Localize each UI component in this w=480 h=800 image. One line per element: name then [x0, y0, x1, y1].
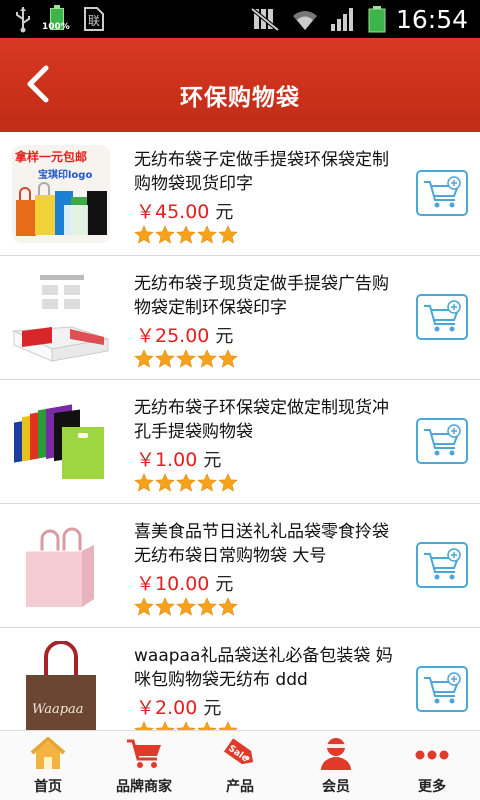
cart-add-icon — [424, 548, 461, 580]
more-dots-icon — [415, 750, 449, 760]
mute-icon — [250, 7, 280, 32]
product-price: ￥1.00 元 — [136, 449, 222, 471]
star-icon — [134, 721, 154, 730]
price-unit: 元 — [215, 202, 234, 223]
add-to-cart-button[interactable] — [416, 542, 468, 588]
nav-label: 品牌商家 — [116, 779, 172, 795]
star-icon — [218, 597, 238, 616]
app-header: 环保购物袋 — [0, 38, 480, 132]
thumb-caption: 拿样一元包邮 — [14, 149, 87, 164]
home-icon — [30, 737, 66, 769]
battery-icon: 100% — [42, 4, 70, 34]
cart-icon — [127, 739, 161, 768]
star-icon — [197, 473, 217, 492]
star-icon — [134, 349, 154, 368]
product-name: waapaa礼品袋送礼必备包装袋 妈咪包购物袋无纺布 ddd — [134, 646, 393, 690]
star-icon — [218, 721, 238, 730]
thumb-caption: Waapaa — [32, 702, 84, 717]
star-icon — [197, 225, 217, 244]
product-thumbnail — [12, 269, 110, 367]
rating-stars — [134, 225, 238, 245]
add-to-cart-button[interactable] — [416, 418, 468, 464]
nav-label: 更多 — [418, 779, 446, 795]
star-icon — [218, 473, 238, 492]
bottom-nav: 首页 品牌商家 Sale 产品 会员 更多 — [0, 730, 480, 800]
star-icon — [218, 349, 238, 368]
nav-item-brands[interactable]: 品牌商家 — [96, 731, 192, 800]
star-icon — [134, 597, 154, 616]
wifi-icon — [292, 11, 317, 30]
nav-item-home[interactable]: 首页 — [0, 731, 96, 800]
thumb-caption: 宝琪印logo — [38, 168, 92, 181]
product-price: ￥2.00 元 — [136, 697, 222, 719]
star-icon — [155, 349, 175, 368]
product-thumbnail — [12, 393, 110, 491]
signal-icon — [330, 8, 353, 31]
star-icon — [176, 349, 196, 368]
product-thumbnail: Waapaa — [12, 641, 110, 730]
product-price: ￥45.00 元 — [136, 201, 234, 223]
product-thumbnail — [12, 517, 110, 615]
battery-icon — [368, 6, 386, 33]
star-icon — [197, 597, 217, 616]
user-icon — [321, 738, 351, 770]
product-thumbnail: 拿样一元包邮 宝琪印logo — [12, 145, 110, 243]
product-list[interactable]: 拿样一元包邮 宝琪印logo 无纺布袋子定做手提袋环保袋定制购物袋现货印字 ￥4… — [0, 132, 480, 730]
star-icon — [155, 225, 175, 244]
product-name: 无纺布袋子现货定做手提袋广告购物袋定制环保袋印字 — [134, 274, 389, 318]
star-icon — [176, 225, 196, 244]
nav-label: 会员 — [322, 779, 350, 795]
price-unit: 元 — [215, 326, 234, 347]
nav-label: 产品 — [226, 779, 254, 795]
rating-stars — [134, 721, 238, 730]
sim-icon: 联 — [84, 7, 104, 31]
add-to-cart-button[interactable] — [416, 666, 468, 712]
price-unit: 元 — [215, 574, 234, 595]
nav-item-more[interactable]: 更多 — [384, 731, 480, 800]
clock: 16:54 — [395, 4, 468, 34]
product-price: ￥10.00 元 — [136, 573, 234, 595]
cart-add-icon — [424, 424, 461, 456]
nav-label: 首页 — [34, 779, 62, 795]
star-icon — [155, 721, 175, 730]
product-item[interactable]: 无纺布袋子现货定做手提袋广告购物袋定制环保袋印字 ￥25.00 元 — [0, 256, 480, 380]
nav-item-products[interactable]: Sale 产品 — [192, 731, 288, 800]
page-title: 环保购物袋 — [180, 85, 300, 111]
rating-stars — [134, 597, 238, 617]
add-to-cart-button[interactable] — [416, 170, 468, 216]
product-item[interactable]: Waapaa waapaa礼品袋送礼必备包装袋 妈咪包购物袋无纺布 ddd ￥2… — [0, 628, 480, 730]
star-icon — [155, 597, 175, 616]
star-icon — [134, 473, 154, 492]
product-price: ￥25.00 元 — [136, 325, 234, 347]
rating-stars — [134, 349, 238, 369]
svg-text:联: 联 — [88, 14, 100, 28]
product-name: 无纺布袋子环保袋定做定制现货冲孔手提袋购物袋 — [134, 398, 389, 442]
price-unit: 元 — [203, 698, 222, 719]
sale-tag-icon: Sale — [223, 738, 254, 764]
usb-icon — [16, 7, 30, 33]
star-icon — [197, 721, 217, 730]
cart-add-icon — [424, 300, 461, 332]
rating-stars — [134, 473, 238, 493]
cart-add-icon — [424, 672, 461, 704]
product-item[interactable]: 喜美食品节日送礼礼品袋零食拎袋无纺布袋日常购物袋 大号 ￥10.00 元 — [0, 504, 480, 628]
add-to-cart-button[interactable] — [416, 294, 468, 340]
product-item[interactable]: 无纺布袋子环保袋定做定制现货冲孔手提袋购物袋 ￥1.00 元 — [0, 380, 480, 504]
nav-item-member[interactable]: 会员 — [288, 731, 384, 800]
star-icon — [176, 597, 196, 616]
product-name: 无纺布袋子定做手提袋环保袋定制购物袋现货印字 — [134, 150, 389, 194]
product-item[interactable]: 拿样一元包邮 宝琪印logo 无纺布袋子定做手提袋环保袋定制购物袋现货印字 ￥4… — [0, 132, 480, 256]
star-icon — [155, 473, 175, 492]
star-icon — [176, 473, 196, 492]
star-icon — [134, 225, 154, 244]
product-name: 喜美食品节日送礼礼品袋零食拎袋无纺布袋日常购物袋 大号 — [134, 522, 389, 566]
status-bar: 100% 联 16:54 — [0, 0, 480, 38]
star-icon — [197, 349, 217, 368]
star-icon — [176, 721, 196, 730]
battery-percent: 100% — [42, 22, 70, 32]
star-icon — [218, 225, 238, 244]
cart-add-icon — [424, 176, 461, 208]
price-unit: 元 — [203, 450, 222, 471]
